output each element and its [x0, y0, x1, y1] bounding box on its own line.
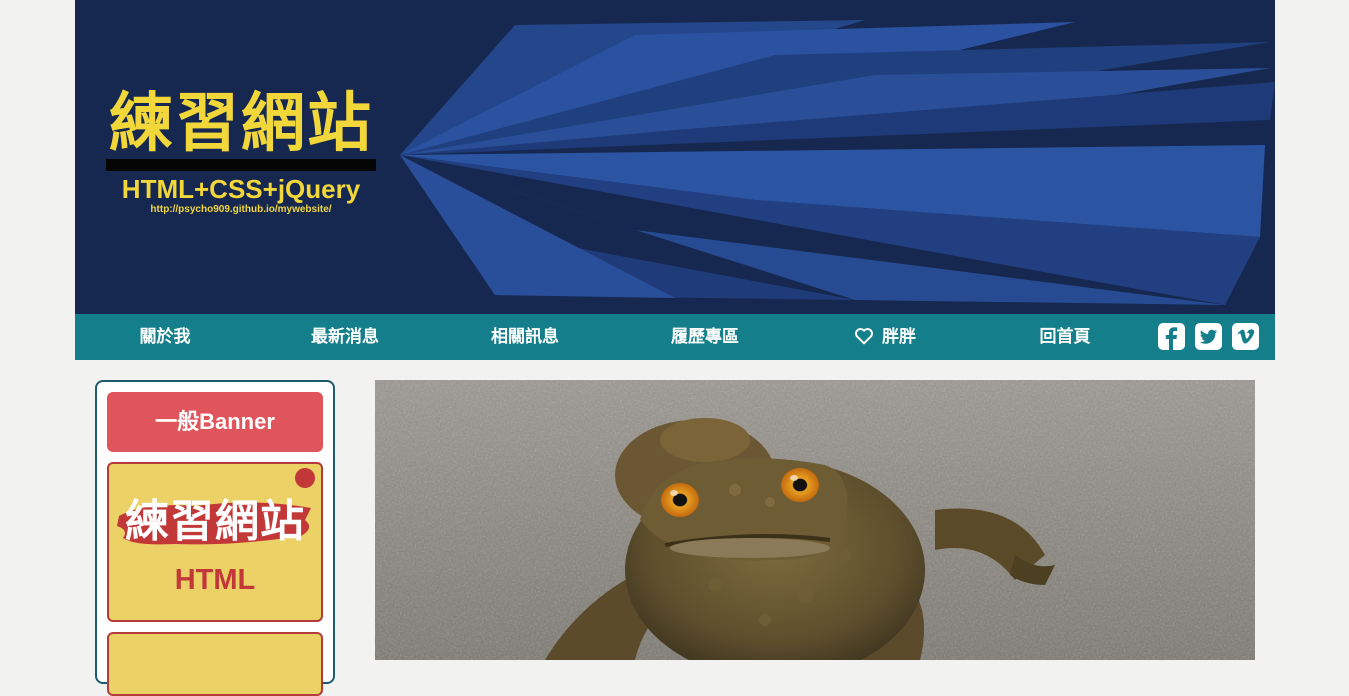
nav-item-label: 相關訊息 [491, 327, 559, 347]
nav-item-label: 胖胖 [882, 327, 916, 347]
logo-url: http://psycho909.github.io/mywebsite/ [150, 204, 332, 215]
nav-item-info[interactable]: 相關訊息 [465, 314, 585, 360]
nav-item-home[interactable]: 回首頁 [1005, 314, 1125, 360]
nav-item-resume[interactable]: 履歷專區 [645, 314, 765, 360]
card-title: 練習網站 [125, 496, 305, 547]
toad-photo [375, 380, 1255, 660]
nav-item-label: 最新消息 [311, 327, 379, 347]
vimeo-icon[interactable] [1232, 323, 1259, 350]
card-subtitle: HTML [174, 564, 256, 596]
main-nav: 關於我 最新消息 相關訊息 履歷專區 胖胖 回首頁 [75, 314, 1275, 360]
logo-subtitle: HTML+CSS+jQuery [121, 174, 361, 204]
facebook-icon[interactable] [1158, 323, 1185, 350]
page-wrapper: 練習網站 HTML+CSS+jQuery http://psycho909.gi… [75, 0, 1275, 696]
site-header: 練習網站 HTML+CSS+jQuery http://psycho909.gi… [75, 0, 1275, 314]
logo-title: 練習網站 [109, 87, 373, 161]
twitter-icon[interactable] [1195, 323, 1222, 350]
practice-site-banner-card[interactable]: 練習網站 HTML [107, 462, 323, 622]
sidebar-banners: 一般Banner 練習網站 HTML [95, 380, 335, 696]
general-banner-button[interactable]: 一般Banner [107, 392, 323, 452]
next-banner-card[interactable] [107, 632, 323, 696]
site-logo[interactable]: 練習網站 HTML+CSS+jQuery http://psycho909.gi… [106, 88, 376, 216]
nav-item-label: 履歷專區 [671, 327, 739, 347]
nav-item-about[interactable]: 關於我 [105, 314, 225, 360]
nav-item-fat[interactable]: 胖胖 [825, 314, 945, 360]
nav-item-news[interactable]: 最新消息 [285, 314, 405, 360]
heart-icon [855, 327, 873, 344]
nav-item-label: 回首頁 [1039, 327, 1091, 347]
nav-item-label: 關於我 [139, 327, 191, 347]
red-dot-decoration [295, 468, 315, 488]
